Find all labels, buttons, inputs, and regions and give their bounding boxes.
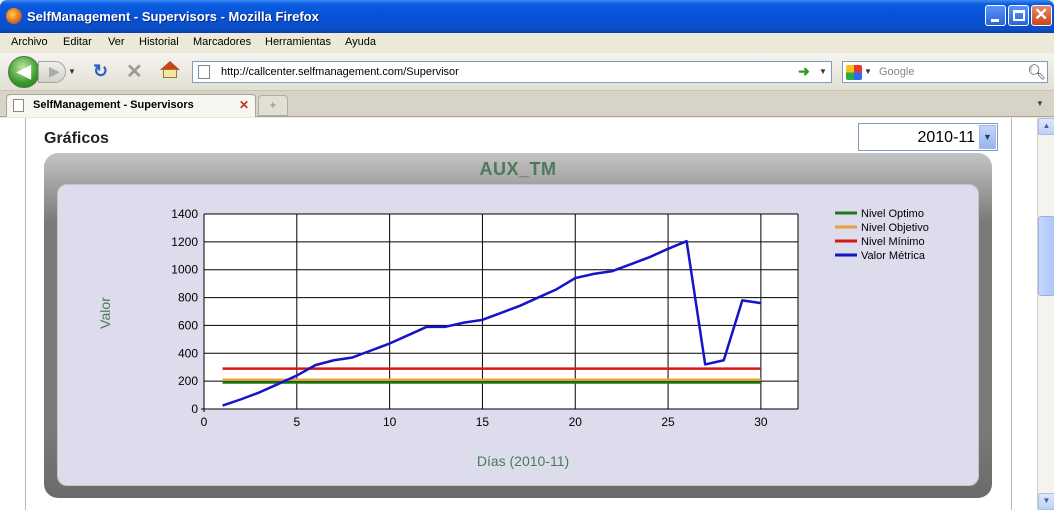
chart-svg: 0 200 400 600 800 1000 1200 1400 0 5 10 15 20 25 30 Día… xyxy=(97,207,929,469)
menu-herramientas[interactable]: Herramientas xyxy=(265,36,331,48)
close-icon: ✕ xyxy=(1034,5,1049,24)
page-icon xyxy=(198,65,210,79)
y-tick-label: 0 xyxy=(191,402,198,416)
search-engine-dropdown-icon[interactable]: ▼ xyxy=(864,67,872,76)
tab-label: SelfManagement - Supervisors xyxy=(33,99,194,111)
firefox-icon xyxy=(6,8,22,24)
x-tick-label: 20 xyxy=(569,415,583,429)
month-select-value[interactable]: 2010-11 xyxy=(917,129,975,147)
maximize-icon xyxy=(1013,10,1025,21)
y-tick-label: 1000 xyxy=(171,263,198,277)
x-tick-label: 10 xyxy=(383,415,397,429)
window-title: SelfManagement - Supervisors - Mozilla F… xyxy=(27,9,319,24)
window-titlebar: SelfManagement - Supervisors - Mozilla F… xyxy=(0,0,1054,33)
chart-panel: AUX_TM 0 200 400 600 800 1000 1200 1400 0 5 10 15 20… xyxy=(44,153,992,498)
legend-label-2: Nivel Mínimo xyxy=(861,236,925,248)
chart-area: 0 200 400 600 800 1000 1200 1400 0 5 10 15 20 25 30 Día… xyxy=(57,184,979,486)
y-axis-label: Valor xyxy=(97,297,113,329)
x-tick-label: 25 xyxy=(661,415,675,429)
history-dropdown-icon[interactable]: ▼ xyxy=(68,67,76,76)
legend-label-1: Nivel Objetivo xyxy=(861,222,929,234)
url-dropdown-icon[interactable]: ▼ xyxy=(819,67,827,76)
forward-button[interactable]: ▶ xyxy=(38,61,66,83)
maximize-button[interactable] xyxy=(1008,5,1029,26)
menu-historial[interactable]: Historial xyxy=(139,36,179,48)
y-tick-label: 400 xyxy=(178,346,198,360)
tab-bar: SelfManagement - Supervisors ✕ + ▼ xyxy=(0,91,1054,117)
search-icon[interactable]: 🔍︎ xyxy=(1027,63,1046,81)
scroll-thumb[interactable] xyxy=(1038,216,1054,296)
new-tab-button[interactable]: + xyxy=(258,95,288,116)
forward-arrow-icon: ▶ xyxy=(49,63,60,79)
x-axis-label: Días (2010-11) xyxy=(477,453,569,469)
x-tick-label: 15 xyxy=(476,415,490,429)
menu-marcadores[interactable]: Marcadores xyxy=(193,36,251,48)
chevron-down-icon[interactable]: ▼ xyxy=(979,125,996,149)
vertical-scrollbar[interactable]: ▲ ▼ xyxy=(1037,118,1054,510)
tab-page-icon xyxy=(13,99,24,112)
x-tick-label: 5 xyxy=(293,415,300,429)
back-arrow-icon: ◀ xyxy=(17,61,31,81)
y-tick-label: 1200 xyxy=(171,235,198,249)
menu-bar: Archivo Editar Ver Historial Marcadores … xyxy=(0,33,1054,53)
minimize-button[interactable] xyxy=(985,5,1006,26)
y-tick-label: 1400 xyxy=(171,207,198,221)
search-placeholder[interactable]: Google xyxy=(879,66,914,78)
menu-ver[interactable]: Ver xyxy=(108,36,125,48)
navigation-toolbar: ◀ ▶ ▼ ↻ ✕ http://callcenter.selfmanageme… xyxy=(0,53,1054,91)
minimize-icon xyxy=(991,19,999,22)
x-tick-label: 0 xyxy=(201,415,208,429)
address-bar[interactable]: http://callcenter.selfmanagement.com/Sup… xyxy=(192,61,832,83)
close-window-button[interactable]: ✕ xyxy=(1031,5,1052,26)
y-tick-label: 200 xyxy=(178,374,198,388)
google-icon[interactable] xyxy=(846,65,862,80)
month-select[interactable]: 2010-11 ▼ xyxy=(858,123,998,151)
url-text[interactable]: http://callcenter.selfmanagement.com/Sup… xyxy=(221,66,459,78)
legend-label-0: Nivel Optimo xyxy=(861,208,924,220)
chart-title: AUX_TM xyxy=(479,159,557,179)
menu-editar[interactable]: Editar xyxy=(63,36,92,48)
tab-list-dropdown-icon[interactable]: ▼ xyxy=(1036,99,1044,108)
menu-archivo[interactable]: Archivo xyxy=(11,36,48,48)
menu-ayuda[interactable]: Ayuda xyxy=(345,36,376,48)
legend-label-3: Valor Métrica xyxy=(861,250,926,262)
scroll-up-icon[interactable]: ▲ xyxy=(1038,118,1054,135)
tab-close-icon[interactable]: ✕ xyxy=(239,98,249,112)
section-title: Gráficos xyxy=(44,130,109,147)
search-box[interactable]: ▼ Google 🔍︎ xyxy=(842,61,1048,83)
go-arrow-icon[interactable]: ➜ xyxy=(798,63,810,80)
scroll-down-icon[interactable]: ▼ xyxy=(1038,493,1054,510)
back-button[interactable]: ◀ xyxy=(8,56,40,88)
reload-icon[interactable]: ↻ xyxy=(93,61,108,82)
home-icon[interactable] xyxy=(160,61,180,79)
stop-icon[interactable]: ✕ xyxy=(126,59,143,84)
y-tick-label: 600 xyxy=(178,318,198,332)
x-tick-label: 30 xyxy=(754,415,768,429)
tab-selfmanagement[interactable]: SelfManagement - Supervisors ✕ xyxy=(6,94,256,117)
page-content: Gráficos 2010-11 ▼ AUX_TM 0 200 400 600 800 1… xyxy=(0,118,1037,510)
y-tick-label: 800 xyxy=(178,291,198,305)
